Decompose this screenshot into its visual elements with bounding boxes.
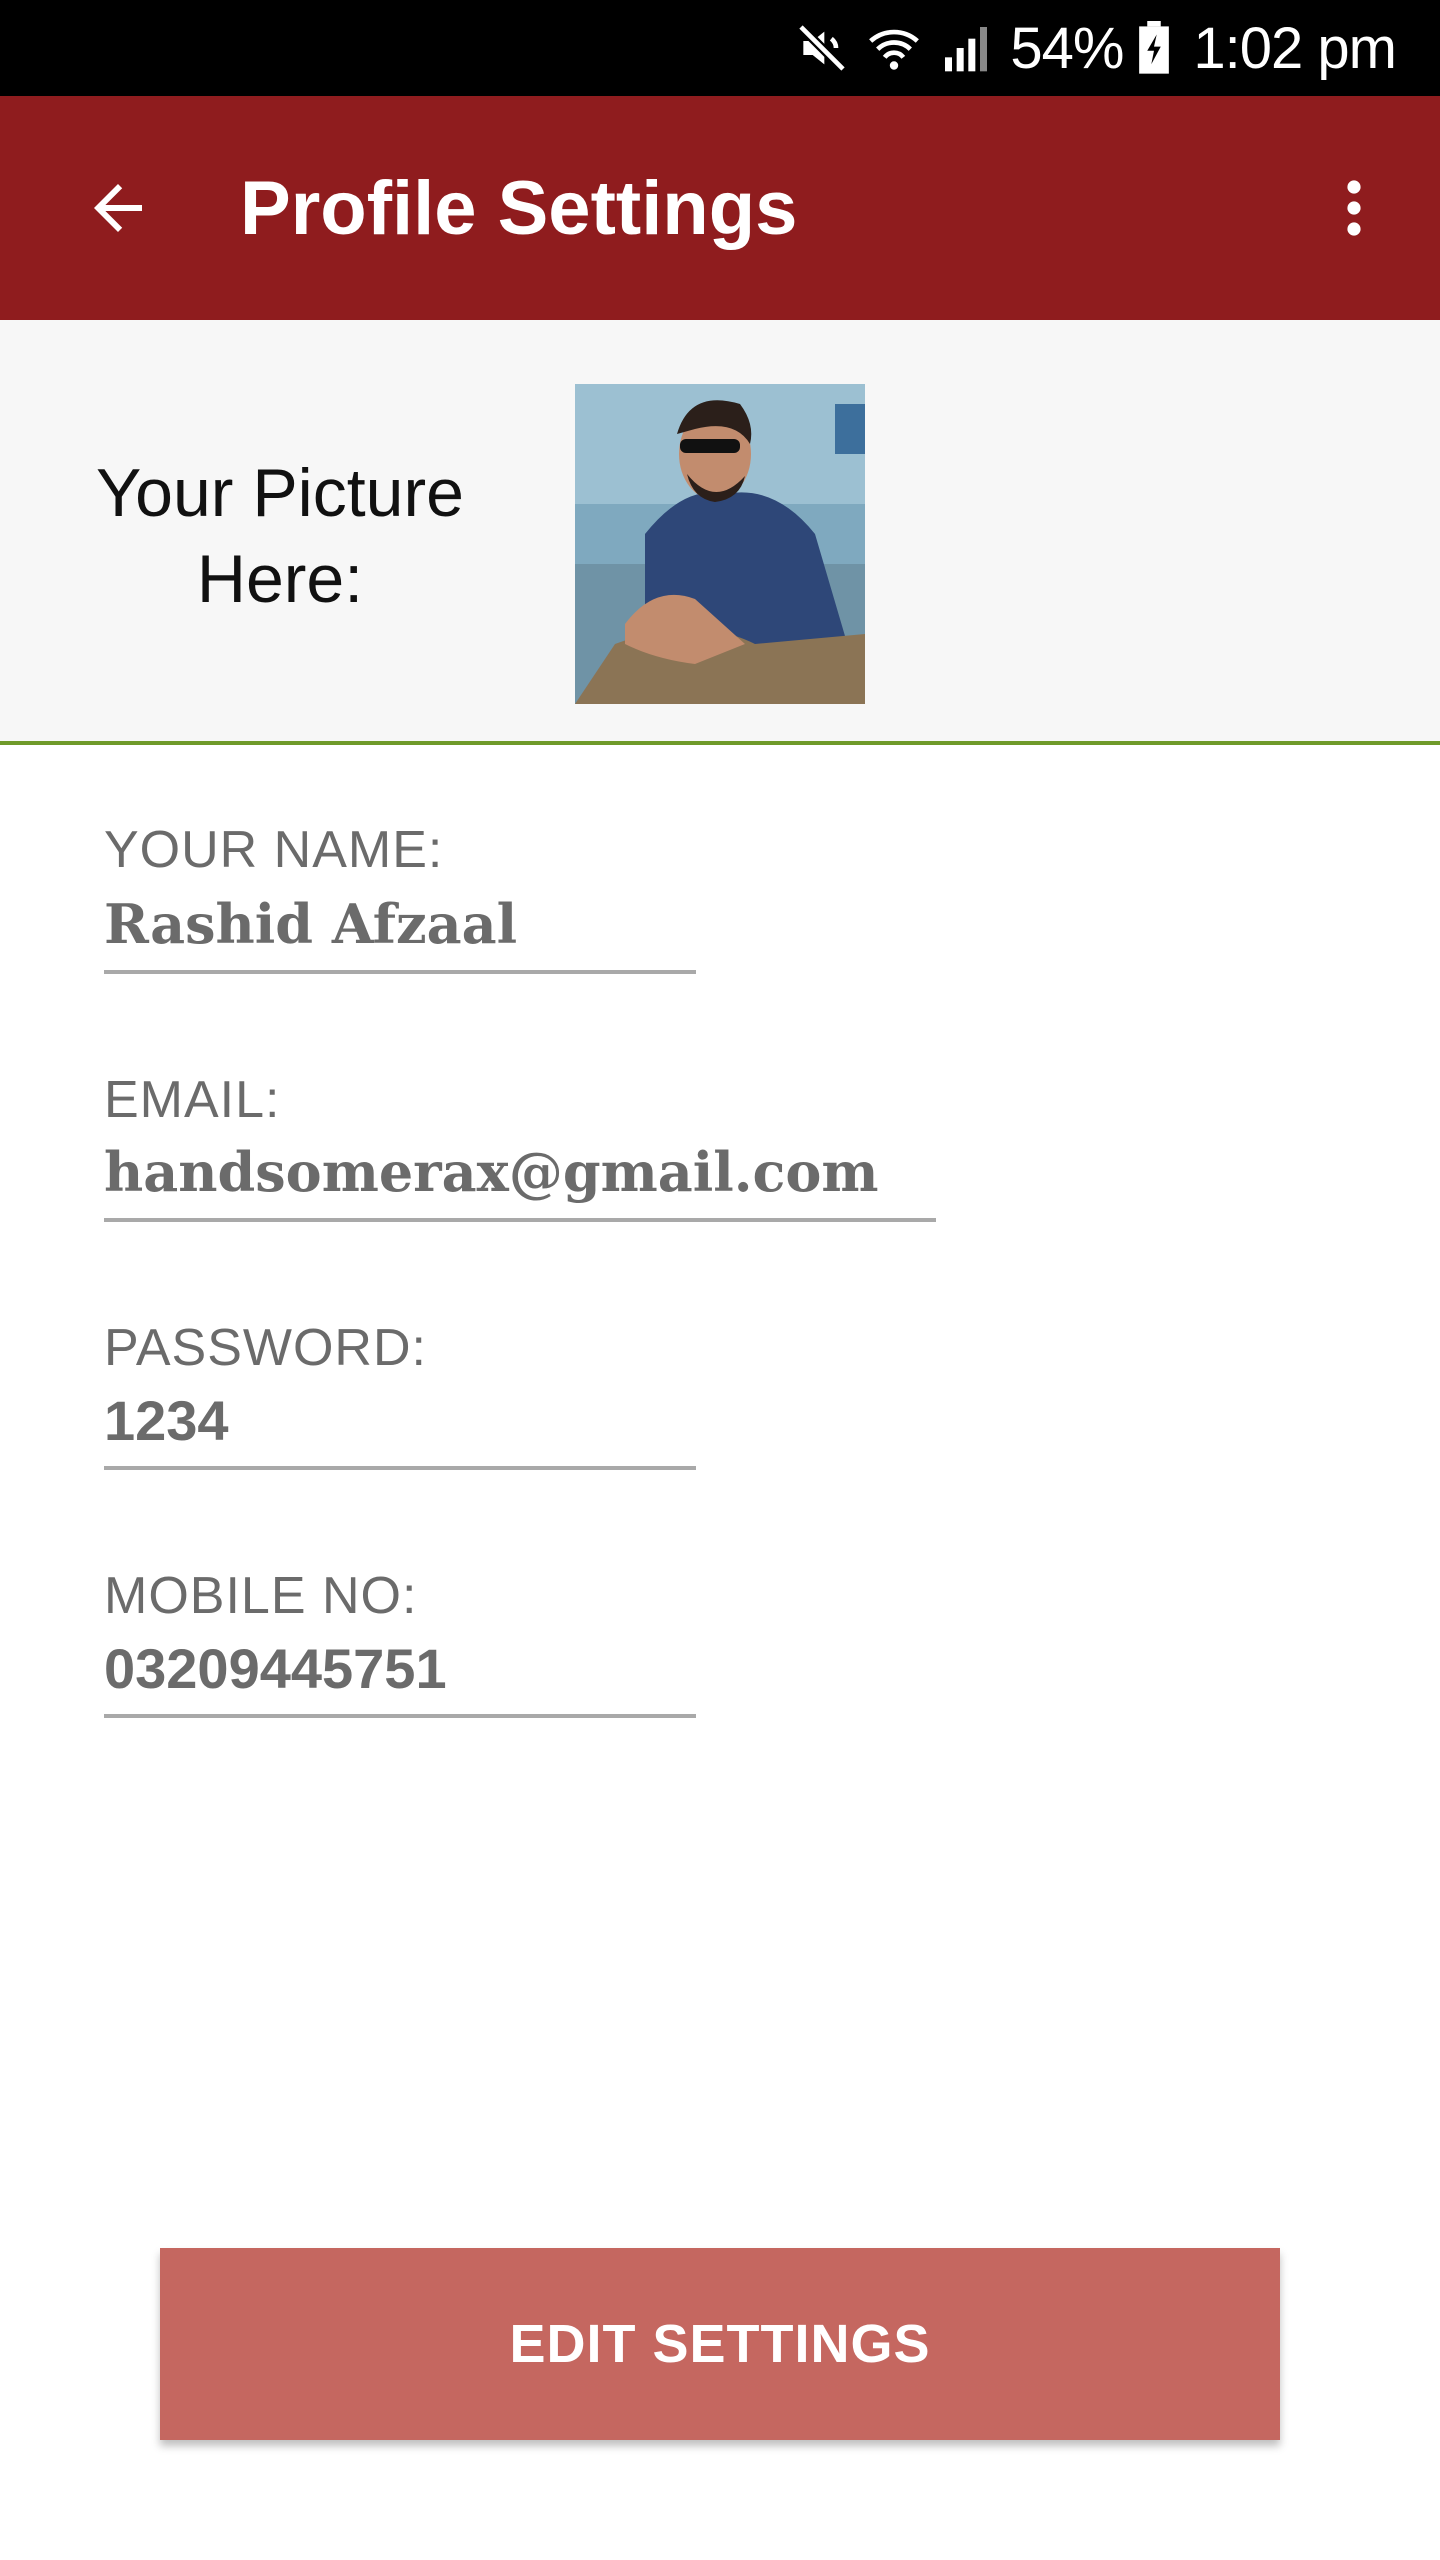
password-field[interactable]: 1234 [104,1374,696,1470]
picture-section: Your Picture Here: [0,320,1440,745]
battery-icon [1139,21,1170,74]
password-label: PASSWORD: [104,1319,427,1377]
picture-label: Your Picture Here: [96,455,464,617]
clock: 1:02 pm [1193,15,1397,81]
page-title: Profile Settings [240,165,798,251]
status-bar: 54% 1:02 pm [0,0,1440,96]
back-button[interactable] [70,160,166,256]
profile-picture[interactable] [575,384,865,704]
email-label: EMAIL: [104,1071,281,1129]
signal-icon [945,27,988,72]
app-bar: Profile Settings [0,96,1440,320]
arrow-back-icon [94,184,142,232]
name-field[interactable]: Rashid Afzaal [104,878,696,974]
mute-icon [798,23,847,73]
mobile-label: MOBILE NO: [104,1567,418,1625]
edit-settings-button[interactable]: EDIT SETTINGS [160,2248,1280,2440]
overflow-menu-button[interactable] [1306,160,1402,256]
profile-photo-image [575,384,865,704]
more-vert-icon [1347,180,1361,236]
wifi-icon [869,29,920,70]
mobile-field[interactable]: 03209445751 [104,1622,696,1718]
battery-percent: 54% [1010,15,1124,81]
name-label: YOUR NAME: [104,821,444,879]
email-field[interactable]: handsomerax@gmail.com [104,1126,936,1222]
